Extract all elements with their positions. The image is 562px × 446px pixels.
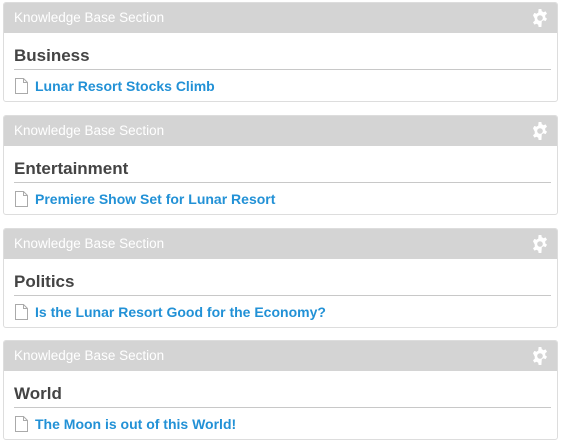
gear-icon[interactable] (531, 122, 549, 140)
article-link[interactable]: Is the Lunar Resort Good for the Economy… (35, 304, 326, 320)
kb-section-header-label: Knowledge Base Section (14, 236, 165, 251)
section-title: World (14, 371, 551, 408)
gear-icon[interactable] (531, 347, 549, 365)
article-link[interactable]: Premiere Show Set for Lunar Resort (35, 191, 275, 207)
kb-section-card-entertainment: Knowledge Base Section Entertainment Pre… (3, 115, 558, 215)
article-item: Lunar Resort Stocks Climb (14, 77, 551, 95)
knowledge-base-sections: Knowledge Base Section Business Lunar Re… (0, 0, 562, 446)
kb-section-card-world: Knowledge Base Section World The Moon is… (3, 340, 558, 440)
kb-section-header-label: Knowledge Base Section (14, 348, 165, 363)
kb-section-header-label: Knowledge Base Section (14, 123, 165, 138)
kb-section-header: Knowledge Base Section (4, 3, 557, 33)
section-title: Entertainment (14, 146, 551, 183)
document-icon (15, 78, 28, 94)
article-link[interactable]: Lunar Resort Stocks Climb (35, 78, 215, 94)
kb-section-card-business: Knowledge Base Section Business Lunar Re… (3, 2, 558, 102)
kb-section-card-politics: Knowledge Base Section Politics Is the L… (3, 228, 558, 328)
article-item: The Moon is out of this World! (14, 415, 551, 433)
kb-section-header: Knowledge Base Section (4, 116, 557, 146)
section-title: Business (14, 33, 551, 70)
document-icon (15, 416, 28, 432)
gear-icon[interactable] (531, 235, 549, 253)
article-link[interactable]: The Moon is out of this World! (35, 416, 236, 432)
gear-icon[interactable] (531, 9, 549, 27)
article-item: Premiere Show Set for Lunar Resort (14, 190, 551, 208)
kb-section-header: Knowledge Base Section (4, 341, 557, 371)
section-title: Politics (14, 259, 551, 296)
kb-section-header-label: Knowledge Base Section (14, 10, 165, 25)
document-icon (15, 191, 28, 207)
document-icon (15, 304, 28, 320)
kb-section-header: Knowledge Base Section (4, 229, 557, 259)
article-item: Is the Lunar Resort Good for the Economy… (14, 303, 551, 321)
